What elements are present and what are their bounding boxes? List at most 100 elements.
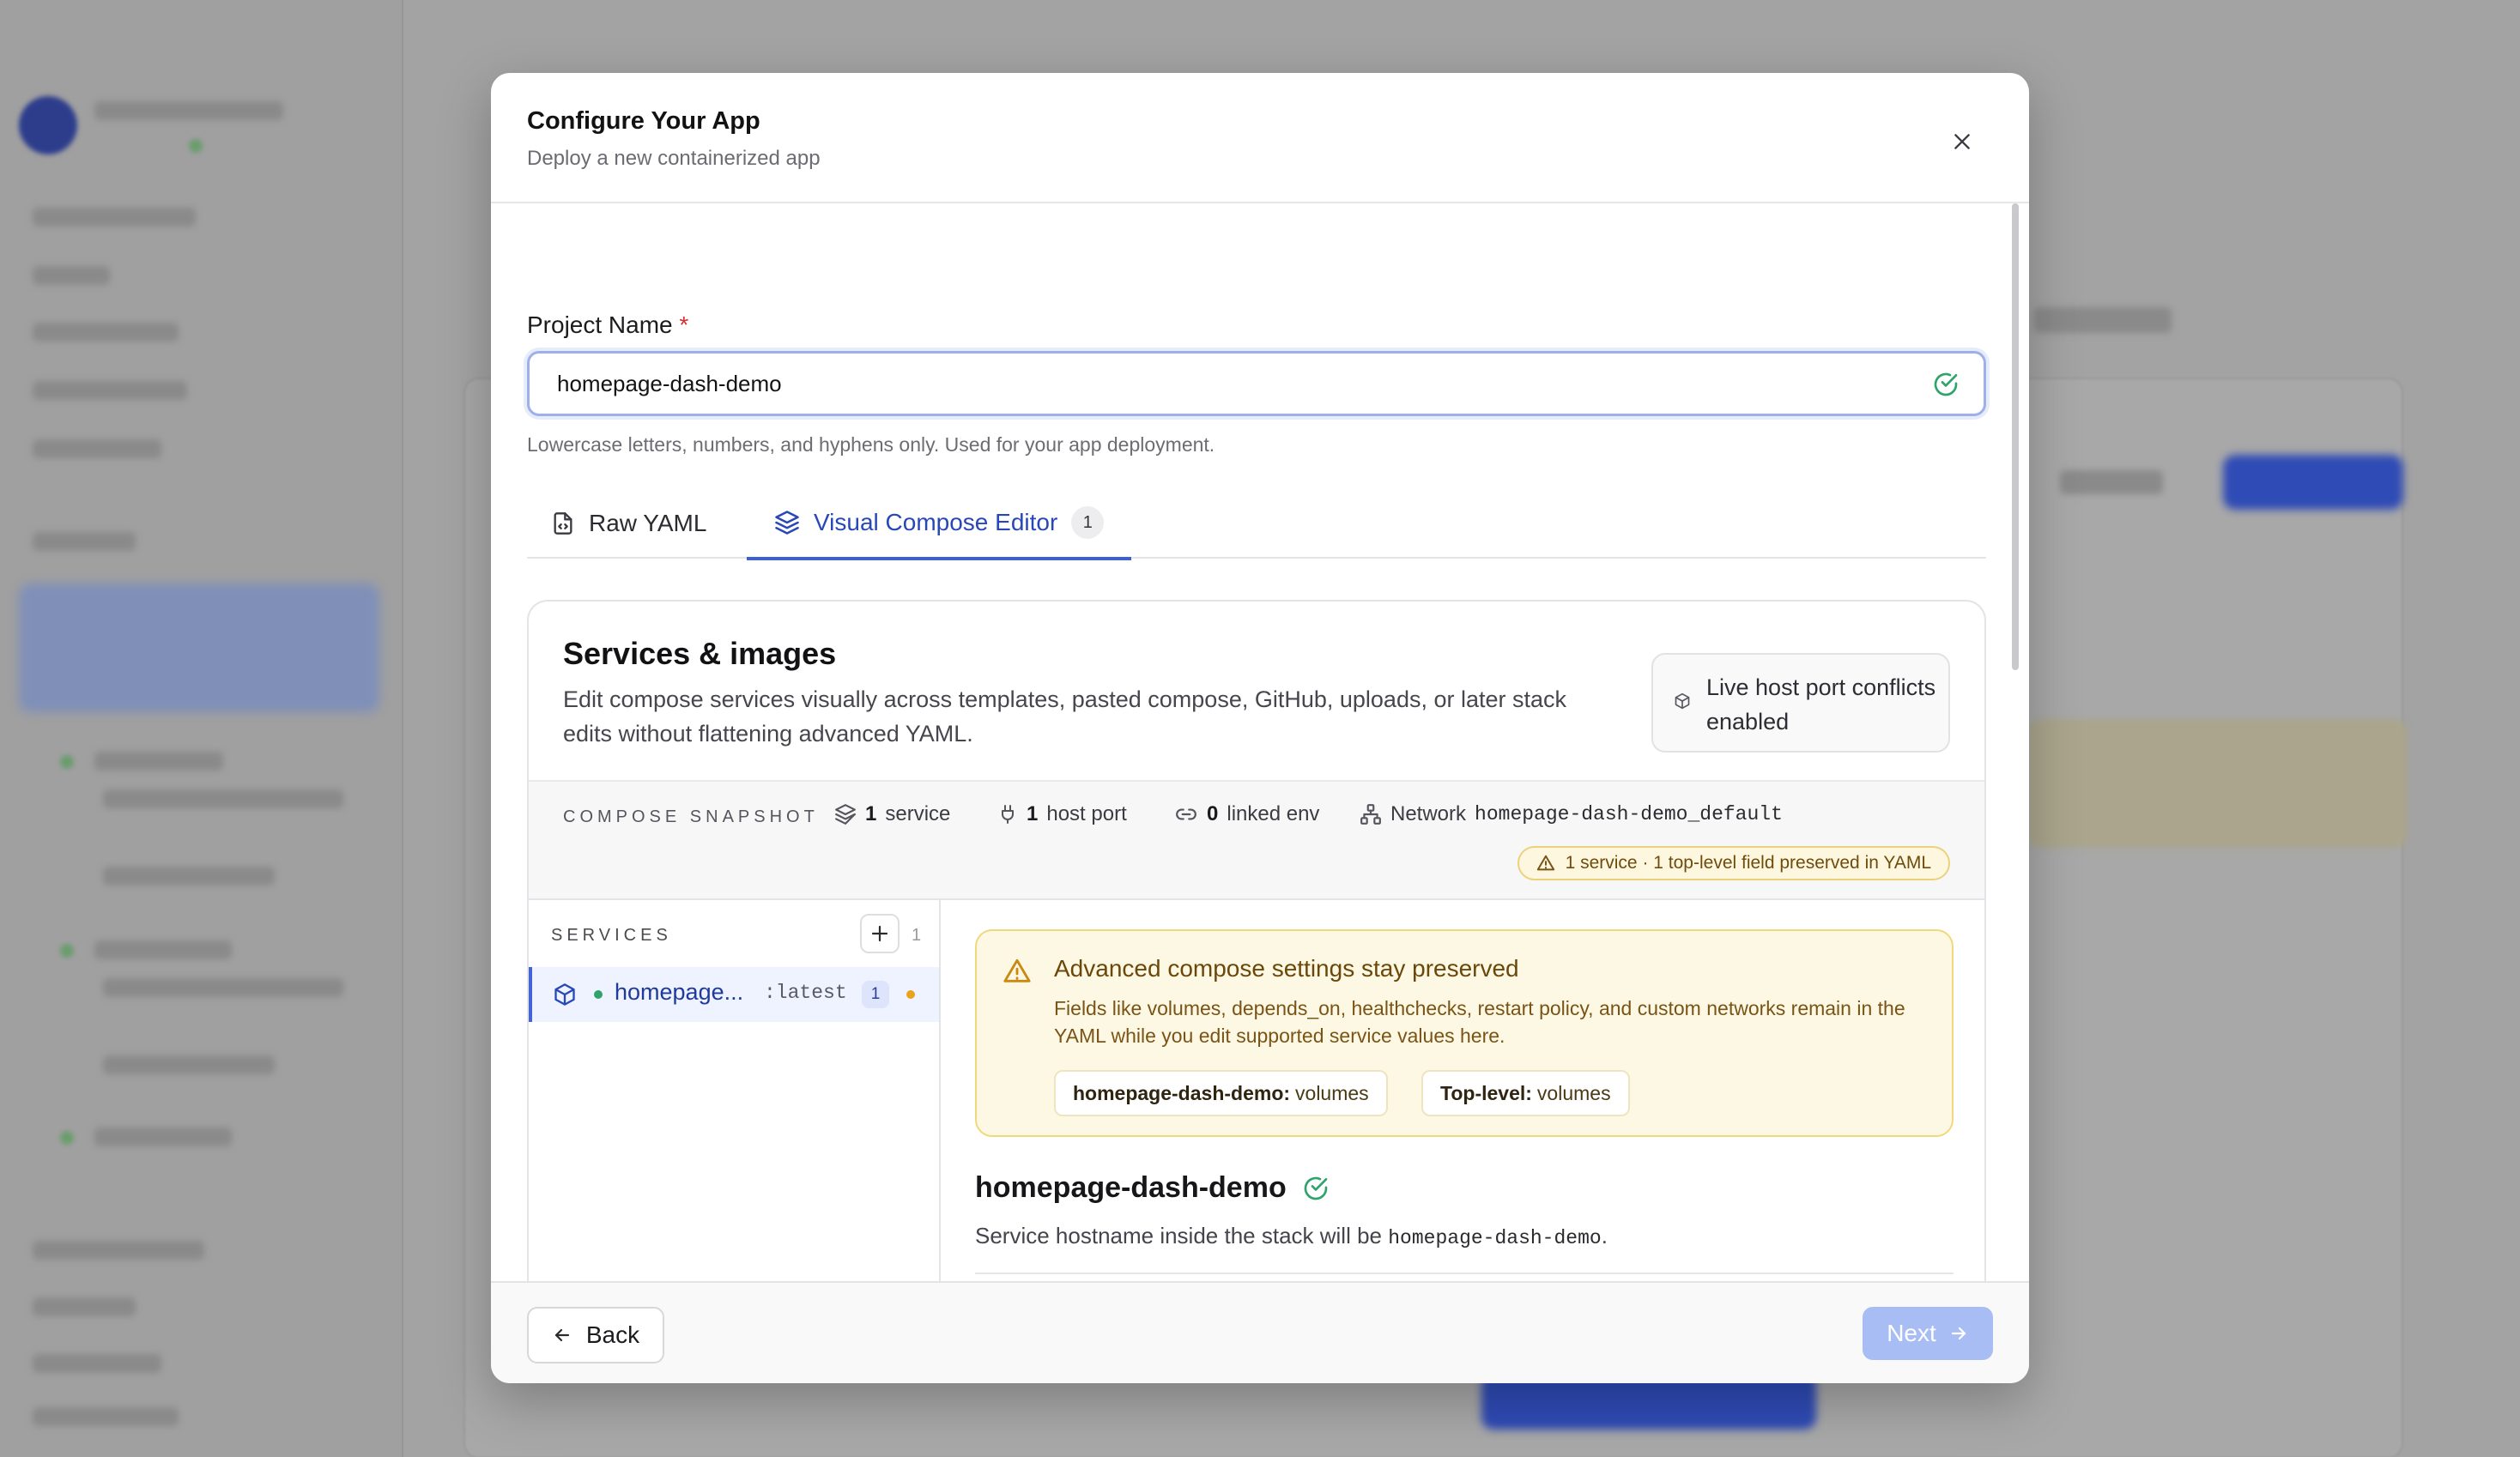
background-text — [2034, 307, 2172, 333]
background-button — [2223, 455, 2403, 510]
check-circle-icon — [1304, 1176, 1328, 1200]
chip-value: volumes — [1295, 1081, 1369, 1104]
project-name-input[interactable] — [557, 354, 1896, 414]
close-button[interactable] — [1941, 121, 1983, 162]
snapshot-warning-text: 1 service · 1 top-level field preserved … — [1565, 853, 1931, 873]
service-item[interactable]: homepage... :latest 1 — [529, 967, 939, 1022]
tab-raw-yaml[interactable]: Raw YAML — [551, 488, 706, 559]
alert-triangle-icon — [1536, 855, 1554, 871]
snapshot-ports-label: host port — [1046, 802, 1127, 825]
notice-text: Fields like volumes, depends_on, healthc… — [1054, 997, 1905, 1047]
snapshot-network-name: homepage-dash-demo_default — [1475, 803, 1783, 825]
background-text — [33, 323, 179, 342]
background-text — [94, 940, 232, 959]
service-warning-dot — [906, 990, 915, 999]
background-text — [2060, 470, 2163, 494]
background-logo — [19, 96, 77, 154]
configure-app-modal: Configure Your App Deploy a new containe… — [491, 73, 2029, 1383]
snapshot-host-ports: 1 host port — [997, 802, 1127, 826]
snapshot-services: 1 service — [834, 802, 950, 826]
cube-icon — [1674, 692, 1691, 714]
background-text — [33, 1354, 161, 1373]
plus-icon — [871, 925, 888, 942]
next-button-label: Next — [1887, 1320, 1936, 1346]
link-icon — [1176, 808, 1196, 820]
live-port-conflicts-text: Live host port conflicts enabled — [1706, 674, 1936, 735]
editor-tabs: Raw YAML Visual Compose Editor 1 — [527, 488, 1986, 560]
required-mark: * — [679, 311, 689, 338]
background-selected-item — [19, 583, 379, 712]
tab-visual-compose-editor[interactable]: Visual Compose Editor 1 — [747, 488, 1132, 560]
chip-key: Top-level: — [1440, 1081, 1532, 1104]
alert-triangle-icon — [1003, 957, 1032, 990]
background-text — [33, 439, 161, 458]
live-port-conflicts-box: Live host port conflicts enabled — [1651, 653, 1950, 753]
background-text — [33, 266, 110, 285]
service-status-dot — [594, 990, 603, 999]
modal-subtitle: Deploy a new containerized app — [527, 147, 821, 170]
network-icon — [1360, 804, 1381, 825]
modal-body: Project Name * Lowercase letters, number… — [491, 205, 2029, 1372]
background-text — [103, 789, 343, 808]
services-panel: Services & images Edit compose services … — [527, 600, 1986, 1372]
preserved-field-chip: homepage-dash-demo: volumes — [1054, 1070, 1388, 1116]
service-hostname-description: Service hostname inside the stack will b… — [975, 1223, 1608, 1249]
layers-icon — [835, 804, 856, 825]
background-text — [33, 208, 196, 227]
close-icon — [1954, 134, 1970, 149]
background-text — [94, 1128, 232, 1146]
back-button-label: Back — [585, 1321, 640, 1348]
background-text — [33, 1241, 204, 1260]
snapshot-env-label: linked env — [1227, 802, 1320, 825]
background-text — [94, 101, 283, 120]
background-text — [33, 532, 136, 551]
arrow-right-icon — [1951, 1327, 1966, 1340]
preserved-field-chip: Top-level: volumes — [1421, 1070, 1630, 1116]
next-button[interactable]: Next — [1863, 1307, 1993, 1360]
panel-description: Edit compose services visually across te… — [563, 686, 1567, 747]
project-name-helper: Lowercase letters, numbers, and hyphens … — [527, 433, 1215, 456]
background-banner — [2029, 719, 2407, 848]
preserved-settings-notice: Advanced compose settings stay preserved… — [975, 929, 1954, 1137]
snapshot-env-count: 0 — [1207, 802, 1219, 825]
background-text — [33, 381, 187, 400]
background-dot — [60, 755, 74, 769]
project-name-label: Project Name * — [527, 311, 688, 339]
services-count: 1 — [912, 926, 922, 945]
notice-title: Advanced compose settings stay preserved — [1054, 955, 1519, 982]
service-image-tag: :latest — [764, 982, 847, 1004]
compose-snapshot: COMPOSE SNAPSHOT 1 service 1 host port 0… — [529, 780, 1984, 900]
tab-raw-yaml-label: Raw YAML — [589, 510, 707, 536]
background-text — [33, 1407, 179, 1426]
modal-footer: Back Next — [491, 1281, 2029, 1383]
panel-title: Services & images — [563, 636, 837, 671]
service-title: homepage-dash-demo — [975, 1171, 1330, 1205]
background-text — [103, 978, 343, 997]
service-badge: 1 — [862, 981, 889, 1008]
back-button[interactable]: Back — [527, 1307, 664, 1363]
file-code-icon — [554, 512, 572, 535]
tab-visual-compose-editor-label: Visual Compose Editor — [814, 509, 1058, 535]
snapshot-warning-badge: 1 service · 1 top-level field preserved … — [1517, 846, 1950, 880]
chip-key: homepage-dash-demo: — [1073, 1081, 1291, 1104]
background-text — [33, 1297, 136, 1316]
chip-value: volumes — [1536, 1081, 1611, 1104]
background-text — [94, 752, 223, 771]
snapshot-network: Network homepage-dash-demo_default — [1360, 802, 1783, 826]
modal-title: Configure Your App — [527, 107, 760, 135]
services-heading: SERVICES — [551, 926, 672, 945]
snapshot-ports-count: 1 — [1027, 802, 1039, 825]
layers-icon — [775, 511, 799, 535]
cube-icon — [553, 982, 577, 1011]
add-service-button[interactable] — [860, 914, 900, 953]
project-name-label-text: Project Name — [527, 311, 673, 338]
service-title-text: homepage-dash-demo — [975, 1171, 1287, 1204]
service-desc-suffix: . — [1601, 1223, 1608, 1248]
service-hostname: homepage-dash-demo — [1388, 1227, 1602, 1249]
snapshot-services-count: 1 — [865, 802, 877, 825]
background-text — [103, 1055, 275, 1074]
background-dot — [60, 944, 74, 958]
snapshot-linked-env: 0 linked env — [1174, 802, 1319, 826]
project-name-field[interactable] — [527, 351, 1986, 416]
snapshot-label: COMPOSE SNAPSHOT — [563, 807, 819, 826]
